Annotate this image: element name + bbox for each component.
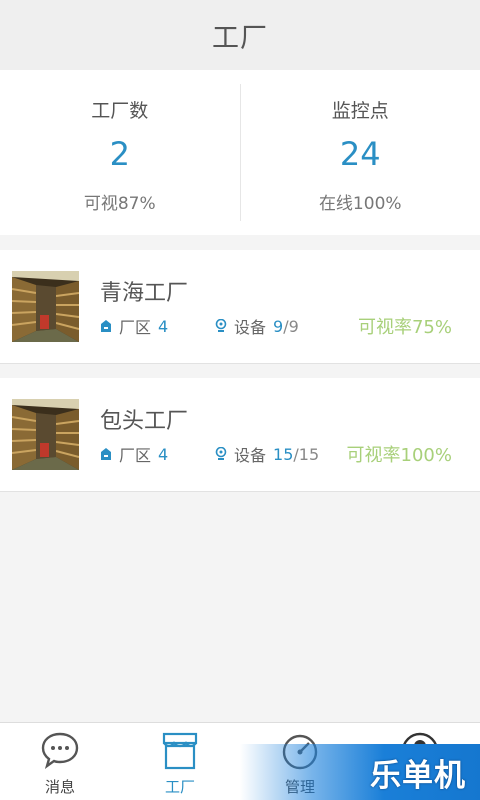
store-icon [162,732,198,770]
factory-zone-info: 厂区 4 [100,314,168,338]
tab-label: 工厂 [164,778,195,796]
factory-item[interactable]: 青海工厂 厂区 4 设备 9/9 可视率75% [0,250,480,364]
visibility-rate: 可视率75% [357,317,452,338]
chat-bubble-icon [41,732,79,769]
stat-label: 工厂数 [91,100,149,122]
home-icon [101,320,111,332]
factory-thumbnail [12,399,79,470]
stat-value: 24 [339,135,381,173]
speedometer-icon [282,734,318,770]
stat-factory-count[interactable]: 工厂数 2 可视87% [0,70,240,235]
visibility-rate: 可视率100% [346,445,452,466]
factory-thumbnail [12,271,79,342]
factory-device-info: 设备 15/15 [215,442,319,466]
stat-label: 监控点 [331,100,389,122]
stat-sub: 可视87% [83,194,156,214]
tab-label: 消息 [44,778,75,796]
tab-label: 我的 [404,778,435,796]
tab-factory[interactable]: 工厂 [120,723,240,800]
bottom-tab-bar: 消息 工厂 管理 我的 [0,722,480,800]
zone-count: 4 [158,444,169,464]
page-title: 工厂 [212,22,268,54]
zone-label: 厂区 [119,446,152,465]
stat-sub: 在线100% [318,194,402,214]
device-total: /15 [293,444,320,464]
title-bar: 工厂 [0,0,480,70]
device-online: 9 [273,316,284,336]
camera-pin-icon [215,319,227,332]
tab-manage[interactable]: 管理 [240,723,360,800]
tab-me[interactable]: 我的 [360,723,480,800]
factory-zone-info: 厂区 4 [100,442,168,466]
zone-count: 4 [158,316,169,336]
factory-name: 包头工厂 [100,409,189,434]
device-label: 设备 [234,446,267,465]
tab-messages[interactable]: 消息 [0,723,120,800]
device-label: 设备 [234,318,267,337]
tab-label: 管理 [284,778,315,796]
stats-panel: 工厂数 2 可视87% 监控点 24 在线100% [0,70,480,235]
camera-pin-icon [215,447,227,460]
device-total: /9 [283,316,299,336]
factory-device-info: 设备 9/9 [215,314,299,338]
stat-monitor-points[interactable]: 监控点 24 在线100% [241,70,480,235]
factory-name: 青海工厂 [100,281,189,306]
factory-item[interactable]: 包头工厂 厂区 4 设备 15/15 可视率100% [0,378,480,492]
zone-label: 厂区 [119,318,152,337]
home-icon [101,448,111,460]
device-online: 15 [273,444,294,464]
stat-value: 2 [109,135,130,173]
user-icon [401,732,439,770]
